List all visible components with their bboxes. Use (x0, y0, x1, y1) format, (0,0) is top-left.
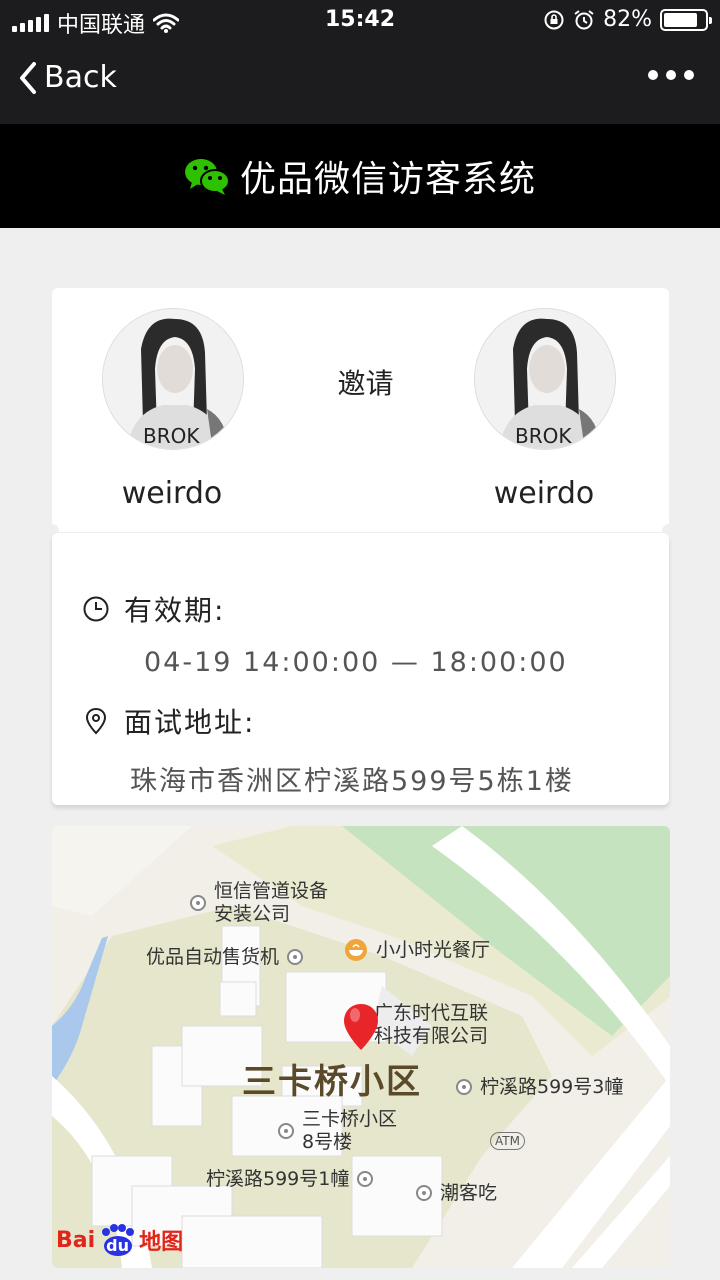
poi-label: 科技有限公司 (374, 1024, 489, 1047)
poi-guangdong-shidai[interactable]: 广东时代互联 科技有限公司 (374, 1002, 488, 1048)
clock-icon (83, 596, 109, 622)
invite-card: BROK weirdo 邀请 BROK weirdo (52, 288, 669, 532)
poi-building-8[interactable]: 三卡桥小区 8号楼 (278, 1108, 397, 1154)
poi-hengxin[interactable]: 恒信管道设备 安装公司 (190, 880, 328, 926)
more-dot-icon (684, 70, 694, 80)
poi-label: 安装公司 (214, 902, 291, 925)
guest-avatar[interactable]: BROK (474, 308, 616, 450)
poi-building-1[interactable]: 柠溪路599号1幢 (206, 1168, 374, 1191)
poi-vending-machine[interactable]: 优品自动售货机 (146, 946, 304, 969)
address-value: 珠海市香洲区柠溪路599号5栋1楼 (130, 766, 574, 797)
poi-marker-icon (416, 1185, 432, 1202)
poi-marker-icon (357, 1171, 374, 1188)
svg-text:BROK: BROK (143, 424, 200, 448)
host-name: weirdo (121, 476, 223, 511)
poi-marker-icon (190, 894, 206, 911)
baidu-logo-map: 地图 (139, 1230, 184, 1255)
poi-label: 潮客吃 (440, 1182, 498, 1204)
more-dot-icon (666, 70, 676, 80)
poi-label: 小小时光餐厅 (376, 938, 491, 961)
back-label: Back (44, 60, 117, 95)
poi-marker-icon (287, 949, 304, 966)
validity-label: 有效期: (124, 594, 226, 627)
more-dot-icon (648, 70, 658, 80)
address-label: 面试地址: (124, 706, 256, 739)
baidu-logo-bai: Bai (56, 1227, 96, 1253)
more-options-button[interactable] (648, 70, 694, 80)
address-row: 面试地址: (82, 701, 255, 741)
app-title: 优品微信访客系统 (239, 159, 536, 200)
poi-marker-icon (456, 1079, 472, 1096)
rotation-lock-icon (544, 10, 564, 29)
validity-value: 04-19 14:00:00 — 18:00:00 (144, 647, 568, 678)
poi-label: 柠溪路599号1幢 (206, 1168, 350, 1190)
restaurant-icon (345, 939, 367, 961)
status-bar: 中国联通 15:42 82% (0, 0, 720, 40)
app-header: 优品微信访客系统 (0, 124, 720, 228)
baidu-logo-du: du (106, 1236, 129, 1255)
district-label: 三卡桥小区 (242, 1062, 422, 1102)
poi-label: 广东时代互联 (374, 1002, 489, 1024)
poi-label: 优品自动售货机 (146, 946, 280, 968)
poi-label: 恒信管道设备 (214, 880, 329, 902)
atm-icon[interactable]: ATM (490, 1132, 525, 1151)
poi-building-3[interactable]: 柠溪路599号3幢 (456, 1076, 623, 1099)
details-card: 有效期: 04-19 14:00:00 — 18:00:00 面试地址: 珠海市… (52, 533, 669, 805)
poi-restaurant[interactable]: 小小时光餐厅 (344, 938, 490, 962)
location-pin-icon (85, 707, 107, 735)
baidu-paw-icon: du (97, 1224, 137, 1256)
wechat-icon (184, 159, 230, 195)
location-pin-marker-icon[interactable] (342, 1002, 380, 1052)
poi-label: 8号楼 (302, 1130, 353, 1153)
baidu-map-logo: Bai du 地图 (56, 1224, 183, 1256)
alarm-icon (574, 9, 594, 29)
battery-percent: 82% (603, 7, 652, 32)
battery-icon (660, 8, 712, 31)
validity-row: 有效期: (82, 589, 225, 629)
poi-chaokechi[interactable]: 潮客吃 (416, 1182, 497, 1205)
location-map[interactable]: 恒信管道设备 安装公司 优品自动售货机 小小时光餐厅 广东时代互联 科技有限公司… (52, 826, 670, 1268)
poi-marker-icon (278, 1122, 294, 1139)
navigation-bar: Back (0, 40, 720, 124)
svg-text:BROK: BROK (515, 424, 572, 448)
portrait-image: BROK (475, 309, 615, 449)
back-button[interactable]: Back (18, 60, 117, 95)
battery-fill (664, 12, 697, 27)
guest-name: weirdo (493, 476, 595, 511)
poi-label: 三卡桥小区 (302, 1108, 398, 1130)
chevron-left-icon (20, 61, 36, 94)
poi-label: 柠溪路599号3幢 (480, 1076, 624, 1098)
